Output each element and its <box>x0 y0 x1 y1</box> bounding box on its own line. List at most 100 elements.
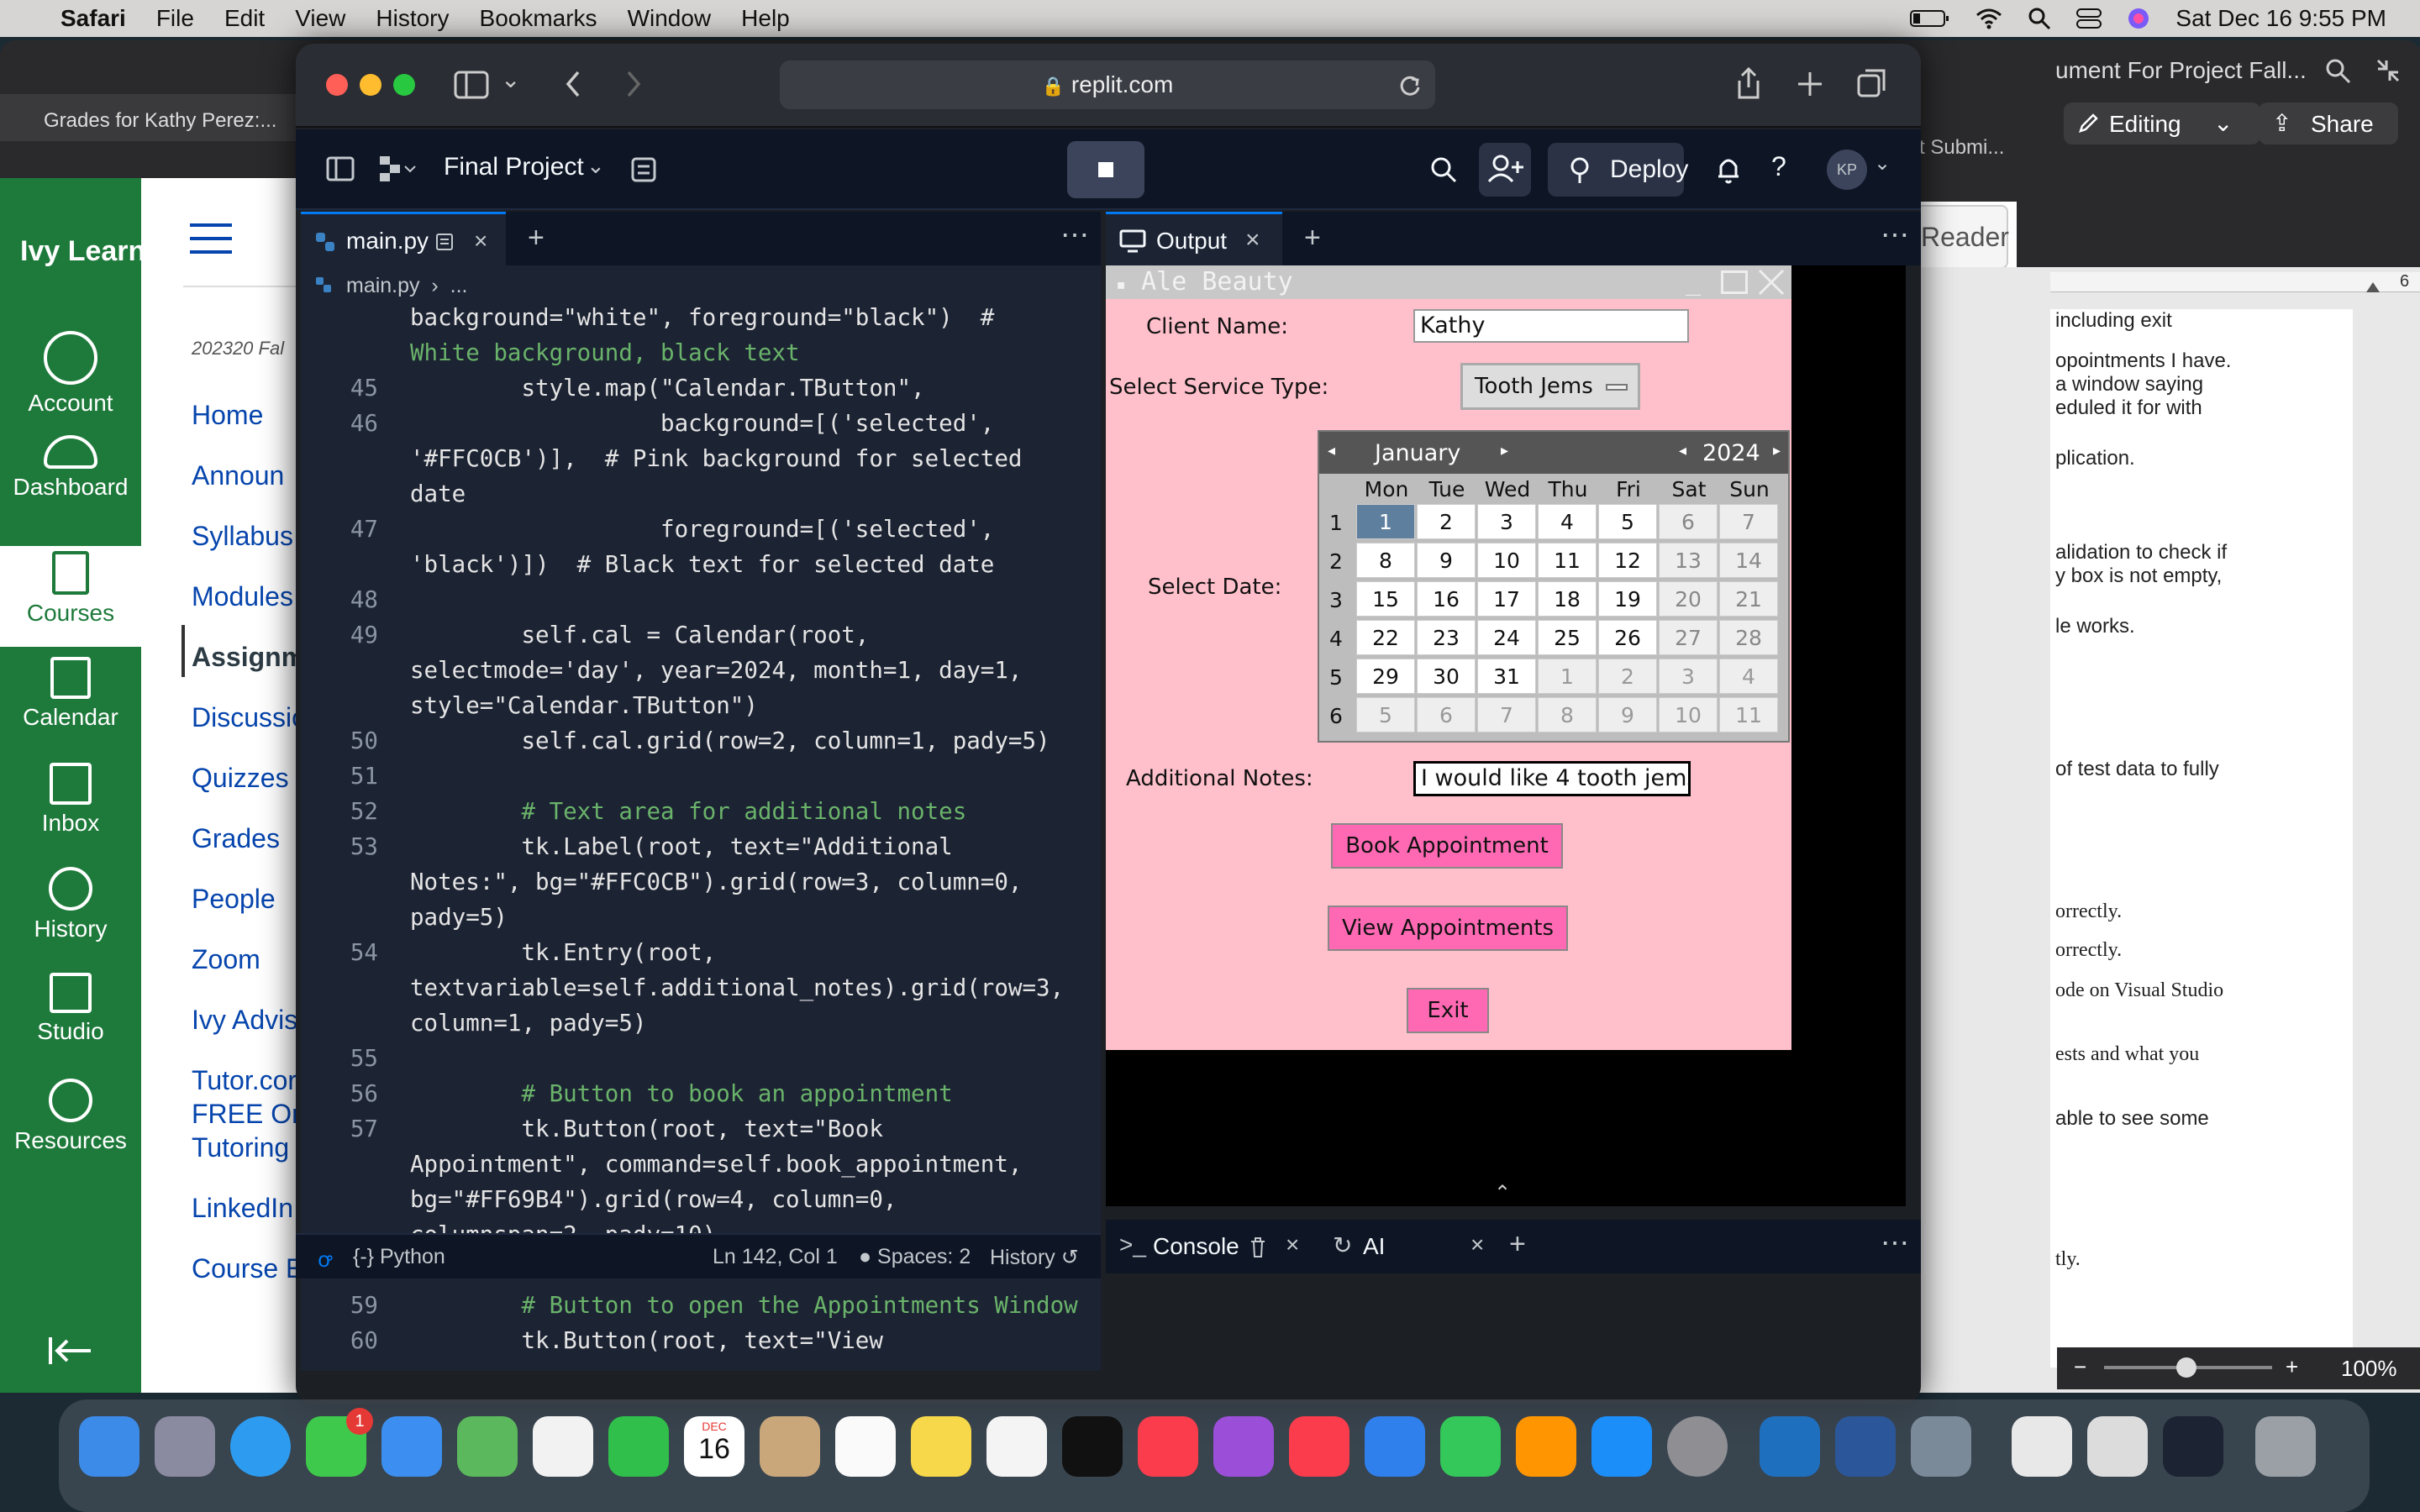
collapse-nav-icon[interactable] <box>47 1334 94 1368</box>
control-center-icon[interactable] <box>2076 8 2102 29</box>
nav-dashboard[interactable]: Dashboard <box>0 435 141 501</box>
help-icon[interactable]: ? <box>1771 151 1786 182</box>
share-icon[interactable] <box>1734 67 1763 101</box>
tab-ai[interactable]: ↻ AI × <box>1324 1220 1492 1273</box>
app-store-icon[interactable] <box>1591 1416 1652 1477</box>
project-name[interactable]: Final Project <box>444 153 584 181</box>
calendar-day[interactable]: 18 <box>1538 581 1597 617</box>
messages-icon[interactable]: 1 <box>306 1408 373 1477</box>
next-year-icon[interactable]: ▸ <box>1773 442 1781 459</box>
trash-icon[interactable] <box>1249 1236 1267 1258</box>
calendar-day[interactable]: 20 <box>1659 581 1718 617</box>
course-link-linkedin[interactable]: LinkedIn <box>192 1193 293 1224</box>
chevron-down-icon[interactable]: ⌄ <box>1874 151 1891 176</box>
menu-bookmarks[interactable]: Bookmarks <box>480 5 597 32</box>
calendar-day[interactable]: 16 <box>1417 581 1476 617</box>
reminders-icon[interactable] <box>835 1416 896 1477</box>
battery-icon[interactable] <box>1910 8 1950 29</box>
exit-button[interactable]: Exit <box>1407 988 1489 1033</box>
menu-edit[interactable]: Edit <box>224 5 265 32</box>
calendar-day[interactable]: 10 <box>1477 543 1536 578</box>
share-button[interactable]: ⇪ Share <box>2259 102 2398 144</box>
tab-output[interactable]: Output × <box>1106 212 1282 265</box>
forward-arrow-icon[interactable] <box>623 69 644 99</box>
notifications-bell-icon[interactable] <box>1716 155 1741 185</box>
date-calendar[interactable]: ◂ January ▸ ◂ 2024 ▸ Mon Tue Wed Thu Fri Sat S… <box>1318 430 1790 743</box>
calendar-day[interactable]: 11 <box>1538 543 1597 578</box>
menu-window[interactable]: Window <box>628 5 712 32</box>
trash-icon[interactable] <box>2255 1416 2316 1477</box>
course-link-assignments[interactable]: Assignm <box>192 642 301 673</box>
system-settings-icon[interactable] <box>1667 1416 1728 1477</box>
calendar-day[interactable]: 10 <box>1659 697 1718 732</box>
reload-icon[interactable] <box>1398 74 1422 97</box>
calendar-day[interactable]: 1 <box>1538 659 1597 694</box>
word-icon[interactable] <box>1835 1416 1896 1477</box>
calendar-day[interactable]: 3 <box>1477 504 1536 539</box>
collapse-icon[interactable] <box>2375 57 2402 84</box>
chevron-up-icon[interactable]: ⌃ <box>1494 1181 1511 1205</box>
deploy-button[interactable]: Deploy <box>1548 143 1688 197</box>
zoom-window-button[interactable] <box>393 74 415 96</box>
apple-tv-icon[interactable] <box>1062 1416 1123 1477</box>
news-icon[interactable] <box>1289 1416 1349 1477</box>
close-window-button[interactable] <box>326 74 348 96</box>
calendar-day[interactable]: 2 <box>1598 659 1657 694</box>
prev-year-icon[interactable]: ◂ <box>1679 442 1686 459</box>
zoom-out-icon[interactable]: − <box>2074 1354 2086 1380</box>
photos-icon[interactable] <box>533 1416 593 1477</box>
calendar-day[interactable]: 2 <box>1417 504 1476 539</box>
course-link-people[interactable]: People <box>192 884 276 915</box>
minimize-window-button[interactable] <box>360 74 381 96</box>
freeform-icon[interactable] <box>986 1416 1047 1477</box>
menu-history[interactable]: History <box>376 5 449 32</box>
calendar-day[interactable]: 5 <box>1356 697 1415 732</box>
window-menu-icon[interactable]: ▪ <box>1116 274 1126 294</box>
calendar-day[interactable]: 26 <box>1598 620 1657 655</box>
replit-status-icon[interactable]: ꝍ <box>318 1245 332 1273</box>
course-link-ivy-advising[interactable]: Ivy Advis <box>192 1005 297 1036</box>
calendar-day[interactable]: 9 <box>1598 697 1657 732</box>
add-tab-icon[interactable]: + <box>1304 222 1321 255</box>
close-icon[interactable] <box>1756 267 1786 297</box>
calendar-day[interactable]: 28 <box>1719 620 1778 655</box>
preview-icon[interactable] <box>1911 1416 1971 1477</box>
nav-studio[interactable]: Studio <box>0 973 141 1045</box>
calendar-app-icon[interactable]: DEC 16 <box>684 1416 744 1477</box>
zoom-in-icon[interactable]: + <box>2286 1354 2298 1380</box>
calendar-day[interactable]: 27 <box>1659 620 1718 655</box>
calendar-day[interactable]: 12 <box>1598 543 1657 578</box>
course-link-quizzes[interactable]: Quizzes <box>192 763 289 794</box>
close-tab-icon[interactable]: × <box>474 228 487 255</box>
recent-document-thumbnail[interactable] <box>2087 1416 2148 1477</box>
podcasts-icon[interactable] <box>1213 1416 1274 1477</box>
zoom-knob[interactable] <box>2176 1357 2196 1378</box>
invite-user-icon[interactable] <box>1479 143 1531 197</box>
calendar-day[interactable]: 31 <box>1477 659 1536 694</box>
recent-window-thumbnail[interactable] <box>2163 1416 2223 1477</box>
calendar-day[interactable]: 11 <box>1719 697 1778 732</box>
service-type-select[interactable]: Tooth Jems <box>1460 363 1640 410</box>
calendar-day[interactable]: 8 <box>1538 697 1597 732</box>
nav-history[interactable]: History <box>0 867 141 942</box>
calendar-day[interactable]: 9 <box>1417 543 1476 578</box>
search-icon[interactable] <box>1430 156 1457 183</box>
calendar-day[interactable]: 1 <box>1356 504 1415 539</box>
file-preview-icon[interactable] <box>435 233 454 251</box>
nav-inbox[interactable]: Inbox <box>0 763 141 837</box>
wifi-icon[interactable] <box>1975 8 2002 29</box>
pages-icon[interactable] <box>1516 1416 1576 1477</box>
calendar-day[interactable]: 23 <box>1417 620 1476 655</box>
nav-calendar[interactable]: Calendar <box>0 657 141 731</box>
cursor-position[interactable]: Ln 142, Col 1 <box>713 1245 838 1269</box>
calendar-day[interactable]: 21 <box>1719 581 1778 617</box>
doc-tab-title[interactable]: ument For Project Fall... <box>2055 57 2307 84</box>
menu-help[interactable]: Help <box>741 5 790 32</box>
calendar-day[interactable]: 30 <box>1417 659 1476 694</box>
client-name-input[interactable]: Kathy <box>1413 309 1689 343</box>
breadcrumb-text[interactable]: main.py › ... <box>346 274 467 297</box>
replit-logo-icon[interactable] <box>378 155 417 183</box>
hamburger-icon[interactable] <box>190 222 234 255</box>
notes-icon[interactable] <box>911 1416 971 1477</box>
chevron-down-icon[interactable]: ⌄ <box>501 66 520 93</box>
